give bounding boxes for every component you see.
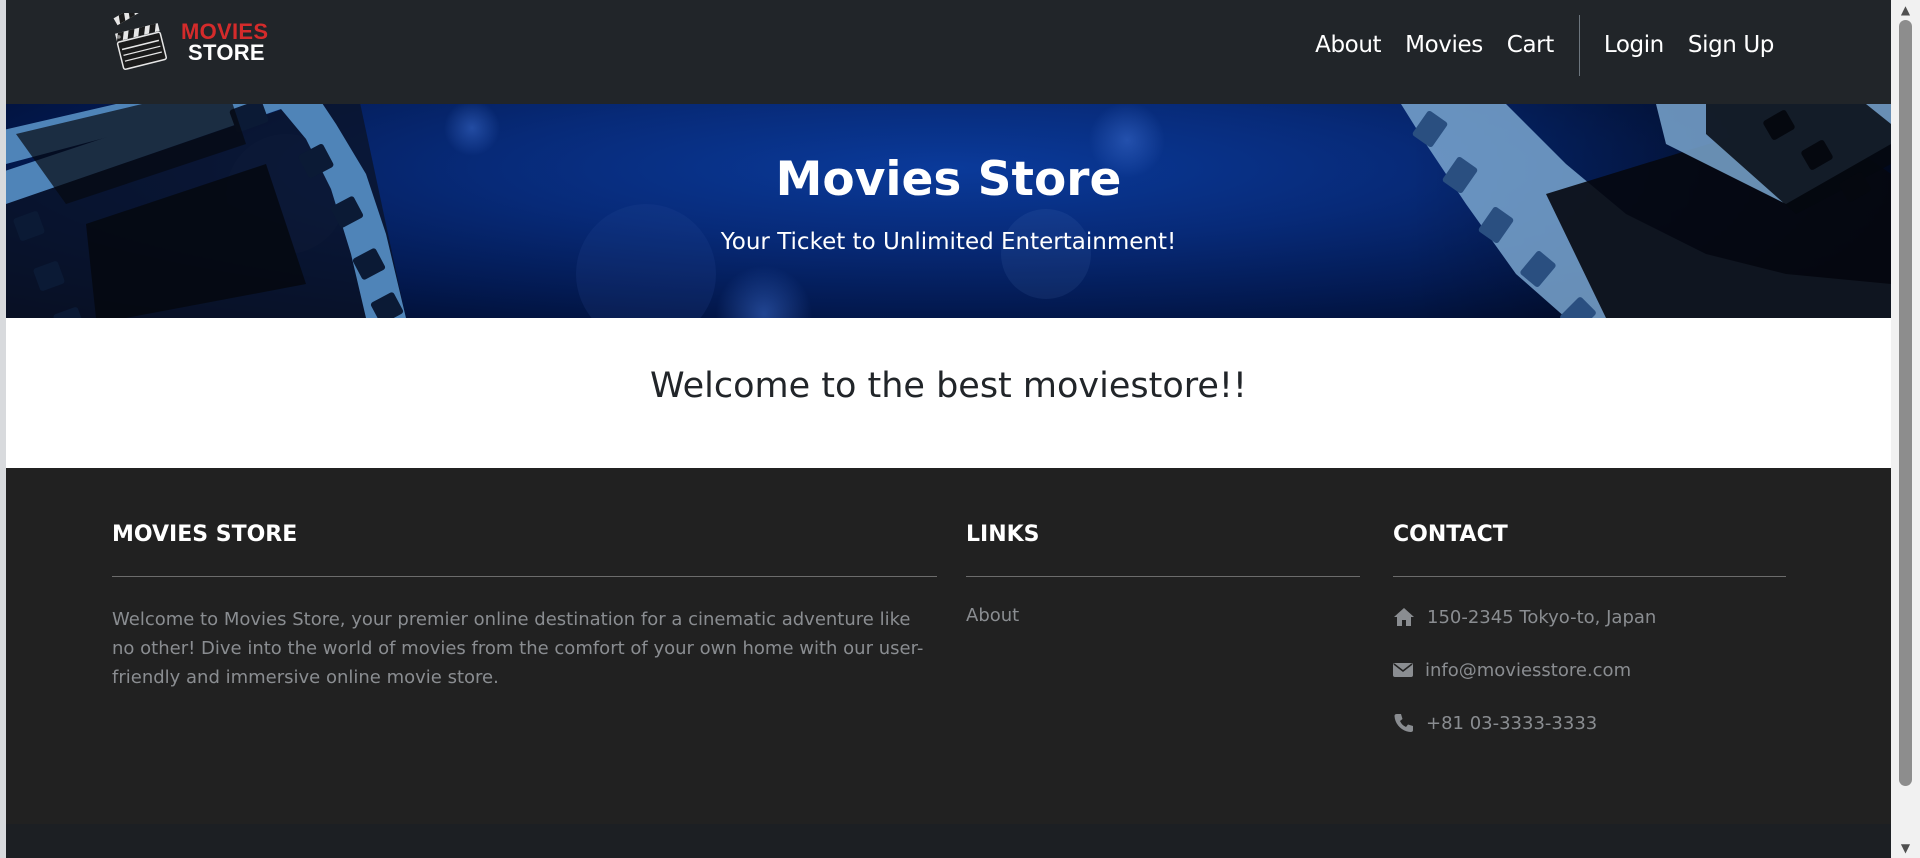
footer: MOVIES STORE Welcome to Movies Store, yo…: [6, 468, 1891, 824]
contact-email[interactable]: info@moviesstore.com: [1393, 658, 1786, 682]
scroll-down-arrow-icon[interactable]: ▼: [1891, 838, 1920, 858]
page: MOVIES STORE About Movies Cart Login Sig…: [6, 0, 1891, 858]
nav-divider: [1578, 14, 1580, 76]
phone-icon: [1394, 714, 1413, 732]
clapperboard-icon: [113, 13, 167, 70]
brand-wordmark: MOVIES STORE: [181, 19, 269, 65]
footer-about-divider: [112, 576, 937, 577]
welcome-heading: Welcome to the best moviestore!!: [650, 366, 1247, 406]
footer-contact-column: CONTACT 150-2345 Tokyo-to, Japan info@mo…: [1393, 522, 1786, 735]
footer-links-divider: [966, 576, 1360, 577]
home-icon: [1394, 608, 1414, 626]
brand-line-1: MOVIES: [181, 19, 269, 44]
contact-phone[interactable]: +81 03-3333-3333: [1393, 711, 1786, 735]
nav-movies-link[interactable]: Movies: [1405, 32, 1483, 58]
nav-about-link[interactable]: About: [1315, 32, 1381, 58]
contact-phone-text: +81 03-3333-3333: [1426, 712, 1598, 734]
film-strip-decoration: [6, 104, 1891, 318]
nav-cart-link[interactable]: Cart: [1507, 32, 1554, 58]
footer-contact-heading: CONTACT: [1393, 522, 1508, 547]
nav-menu: About Movies Cart Login Sign Up: [1315, 14, 1775, 76]
navbar: MOVIES STORE About Movies Cart Login Sig…: [6, 0, 1891, 104]
contact-address: 150-2345 Tokyo-to, Japan: [1393, 605, 1786, 629]
footer-links-column: LINKS About: [966, 522, 1360, 626]
footer-contact-divider: [1393, 576, 1786, 577]
footer-link-about[interactable]: About: [966, 605, 1360, 626]
hero-subtitle: Your Ticket to Unlimited Entertainment!: [720, 229, 1177, 255]
hero-title: Movies Store: [775, 152, 1122, 207]
footer-bottom-bar: [6, 824, 1891, 858]
contact-address-text: 150-2345 Tokyo-to, Japan: [1427, 606, 1657, 628]
page-scrollbar[interactable]: ▲ ▼: [1891, 0, 1920, 858]
brand-logo[interactable]: MOVIES STORE: [112, 13, 276, 73]
brand-line-2: STORE: [188, 40, 265, 65]
scroll-up-arrow-icon[interactable]: ▲: [1891, 0, 1920, 20]
footer-links-heading: LINKS: [966, 522, 1040, 547]
contact-email-text: info@moviesstore.com: [1425, 659, 1632, 681]
nav-login-link[interactable]: Login: [1604, 32, 1664, 58]
footer-about-text: Welcome to Movies Store, your premier on…: [112, 609, 924, 688]
nav-signup-link[interactable]: Sign Up: [1688, 32, 1775, 58]
welcome-section: Welcome to the best moviestore!!: [6, 318, 1891, 468]
footer-about-column: MOVIES STORE Welcome to Movies Store, yo…: [112, 522, 937, 692]
envelope-icon: [1393, 663, 1413, 677]
scrollbar-thumb[interactable]: [1899, 20, 1912, 786]
hero-banner: Movies Store Your Ticket to Unlimited En…: [6, 104, 1891, 318]
footer-about-heading: MOVIES STORE: [112, 522, 298, 547]
